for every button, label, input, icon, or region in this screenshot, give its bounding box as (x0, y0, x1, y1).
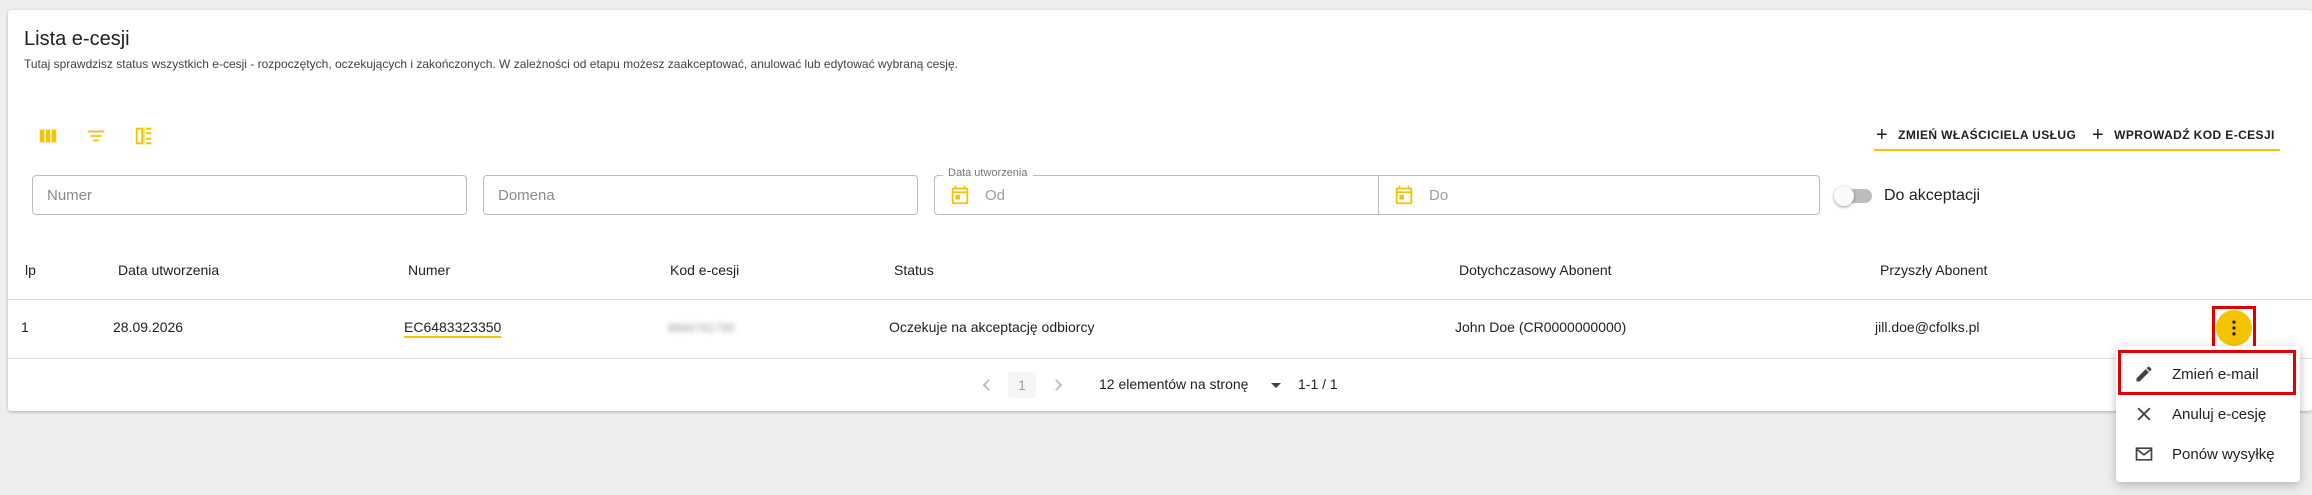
accept-toggle-label: Do akceptacji (1884, 187, 1981, 204)
row-actions-highlight (2212, 306, 2256, 350)
cell-date: 28.09.2026 (113, 319, 184, 335)
date-to-input[interactable] (1429, 176, 1789, 214)
mail-icon (2135, 447, 2153, 461)
row-divider (8, 358, 2312, 359)
enter-code-button[interactable]: + WPROWADŹ KOD E-CESJI (2092, 124, 2275, 146)
page-title: Lista e-cesji (24, 28, 130, 50)
calendar-icon[interactable] (1393, 184, 1415, 206)
menu-item-highlight (2118, 350, 2296, 395)
number-field[interactable] (32, 175, 467, 215)
chevron-right-icon[interactable] (1049, 376, 1067, 394)
cell-status: Oczekuje na akceptację odbiorcy (889, 319, 1095, 335)
cell-lp: 1 (21, 319, 29, 335)
column-header-date: Data utworzenia (118, 262, 220, 278)
cell-number-link[interactable]: EC6483323350 (404, 319, 502, 338)
columns-icon[interactable] (34, 122, 62, 150)
plus-icon: + (2092, 124, 2105, 146)
number-input[interactable] (33, 176, 466, 214)
menu-item-label: Anuluj e-cesję (2172, 405, 2267, 423)
column-header-future-subscriber: Przyszły Abonent (1880, 262, 1988, 278)
chevron-left-icon[interactable] (978, 376, 996, 394)
change-owner-button[interactable]: + ZMIEŃ WŁAŚCICIELA USŁUG (1876, 124, 2076, 146)
cell-code: 8866761790 (668, 321, 735, 335)
calendar-icon[interactable] (949, 184, 971, 206)
column-header-lp: lp (25, 262, 36, 278)
date-to-field[interactable] (1379, 176, 1789, 214)
date-from-input[interactable] (985, 176, 1345, 214)
menu-item-cancel-ecession[interactable]: Anuluj e-cesję (2116, 394, 2300, 434)
change-owner-label: ZMIEŃ WŁAŚCICIELA USŁUG (1898, 128, 2077, 142)
filter-icon[interactable] (82, 122, 110, 150)
cell-future-subscriber: jill.doe@cfolks.pl (1875, 319, 1980, 335)
toggle-knob (1834, 186, 1854, 206)
close-icon (2137, 407, 2151, 421)
column-header-code: Kod e-cesji (670, 262, 740, 278)
date-from-field[interactable] (935, 176, 1345, 214)
column-header-status: Status (894, 262, 934, 278)
menu-item-resend[interactable]: Ponów wysyłkę (2116, 434, 2300, 474)
date-range-field: Data utworzenia (934, 167, 1820, 215)
header-divider (8, 299, 2312, 300)
column-header-number: Numer (408, 262, 451, 278)
domain-field[interactable] (483, 175, 918, 215)
plus-icon: + (1876, 124, 1889, 146)
caret-down-icon[interactable] (1271, 383, 1281, 388)
accept-toggle[interactable] (1834, 186, 1872, 206)
page-number-button[interactable]: 1 (1008, 372, 1036, 398)
page-size-select[interactable]: 12 elementów na stronę (1099, 376, 1248, 392)
enter-code-label: WPROWADŹ KOD E-CESJI (2114, 128, 2275, 142)
cell-current-subscriber: John Doe (CR0000000000) (1455, 319, 1627, 335)
pagination-range: 1-1 / 1 (1298, 376, 1338, 392)
action-underline (1874, 149, 2280, 151)
page-subtitle: Tutaj sprawdzisz status wszystkich e-ces… (24, 57, 958, 71)
column-header-current-subscriber: Dotychczasowy Abonent (1459, 262, 1612, 278)
menu-item-label: Ponów wysyłkę (2172, 445, 2275, 463)
domain-input[interactable] (484, 176, 917, 214)
density-icon[interactable] (130, 122, 158, 150)
